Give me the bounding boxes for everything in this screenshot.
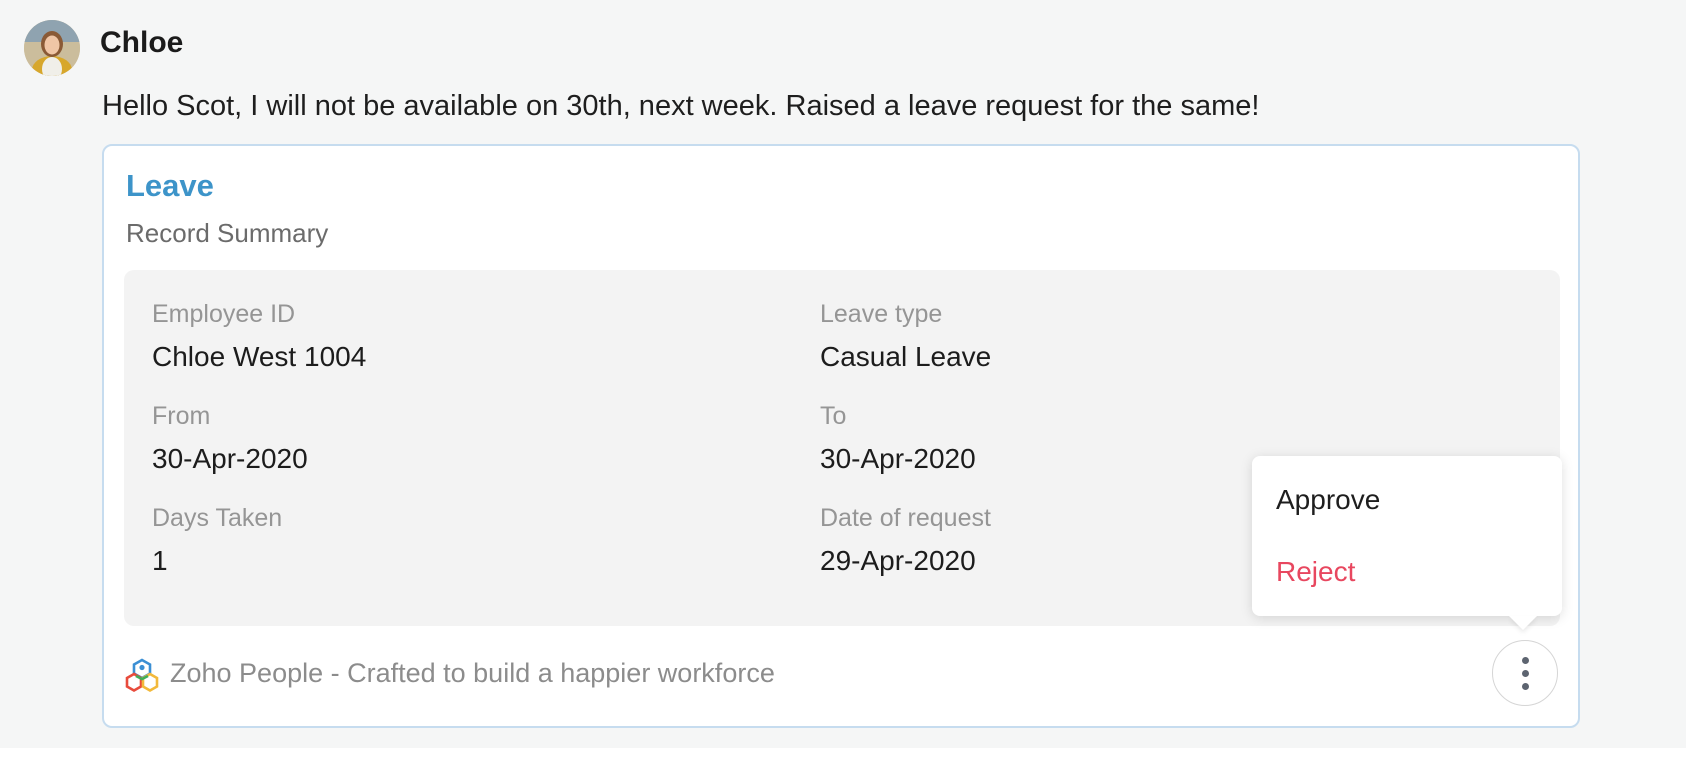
vertical-dots-icon [1521, 656, 1529, 690]
field-value: 30-Apr-2020 [820, 443, 976, 474]
field-label: Days Taken [152, 504, 283, 532]
field-label: Employee ID [152, 300, 296, 328]
field-days-taken: Days Taken 1 [152, 504, 282, 577]
field-label: To [820, 402, 847, 430]
actions-menu: Approve Reject [1252, 456, 1562, 616]
menu-pointer [1509, 616, 1537, 630]
sender-name: Chloe [100, 26, 184, 59]
leave-record-card: Leave Record Summary Employee ID Chloe W… [102, 144, 1580, 728]
field-label: Leave type [820, 300, 943, 328]
avatar-photo-icon [24, 20, 80, 76]
card-title[interactable]: Leave [126, 168, 214, 204]
field-value: 29-Apr-2020 [820, 545, 976, 576]
field-value: 1 [152, 545, 168, 576]
message-text: Hello Scot, I will not be available on 3… [102, 90, 1260, 122]
avatar[interactable] [24, 20, 80, 76]
field-employee-id: Employee ID Chloe West 1004 [152, 300, 366, 373]
more-actions-button[interactable] [1492, 640, 1558, 706]
field-from: From 30-Apr-2020 [152, 402, 308, 475]
reject-menu-item[interactable]: Reject [1276, 556, 1355, 588]
footer-tagline: Zoho People - Crafted to build a happier… [170, 658, 775, 688]
zoho-people-logo-icon [125, 658, 159, 692]
card-subtitle: Record Summary [126, 218, 329, 248]
field-value: Casual Leave [820, 341, 992, 372]
field-value: Chloe West 1004 [152, 341, 367, 372]
field-label: From [152, 402, 211, 430]
field-date-of-request: Date of request 29-Apr-2020 [820, 504, 991, 577]
field-to: To 30-Apr-2020 [820, 402, 976, 475]
approve-menu-item[interactable]: Approve [1276, 484, 1380, 516]
field-label: Date of request [820, 504, 991, 532]
field-value: 30-Apr-2020 [152, 443, 308, 474]
field-leave-type: Leave type Casual Leave [820, 300, 991, 373]
